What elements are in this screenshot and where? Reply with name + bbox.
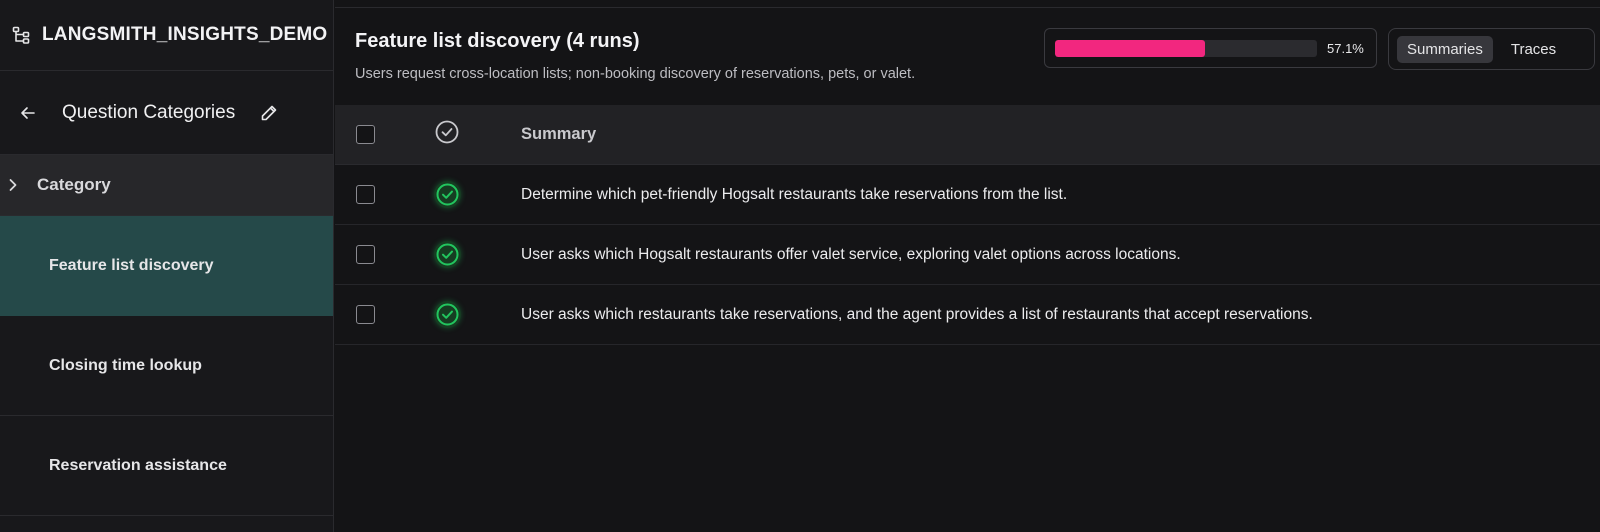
row-summary-cell: User asks which Hogsalt restaurants offe…	[521, 246, 1600, 264]
row-checkbox[interactable]	[356, 305, 375, 324]
check-circle-icon	[434, 119, 460, 150]
table-row[interactable]: User asks which restaurants take reserva…	[335, 285, 1600, 345]
sidebar-item-reservation-assistance[interactable]: Reservation assistance	[0, 416, 333, 516]
panel-subtitle: Users request cross-location lists; non-…	[355, 66, 916, 82]
toggle-traces[interactable]: Traces	[1501, 36, 1566, 63]
top-divider	[335, 0, 1600, 8]
project-title: LANGSMITH_INSIGHTS_DEMO	[42, 24, 328, 45]
check-circle-success-icon	[434, 301, 461, 328]
group-label: Category	[37, 175, 111, 194]
column-header-summary: Summary	[521, 125, 597, 143]
category-group-header[interactable]: Category	[0, 155, 333, 216]
sidebar-item-label: Feature list discovery	[49, 256, 214, 274]
sidebar-item-closing-time-lookup[interactable]: Closing time lookup	[0, 316, 333, 416]
header-checkbox-cell	[335, 125, 417, 144]
check-circle-success-icon	[434, 241, 461, 268]
breadcrumb: Question Categories	[0, 71, 333, 155]
progress-track	[1055, 39, 1317, 57]
row-status-cell	[417, 241, 521, 268]
row-summary: User asks which restaurants take reserva…	[521, 305, 1313, 323]
row-checkbox-cell	[335, 245, 417, 264]
view-toggle: Summaries Traces	[1388, 28, 1595, 70]
table-row[interactable]: User asks which Hogsalt restaurants offe…	[335, 225, 1600, 285]
progress-label: 57.1%	[1327, 40, 1364, 56]
row-checkbox-cell	[335, 305, 417, 324]
row-status-cell	[417, 181, 521, 208]
progress-indicator: 57.1%	[1044, 28, 1377, 68]
header-summary-cell: Summary	[521, 125, 1600, 144]
header-status-cell	[417, 119, 521, 150]
table-row[interactable]: Determine which pet-friendly Hogsalt res…	[335, 165, 1600, 225]
pencil-icon[interactable]	[259, 103, 279, 123]
progress-fill	[1055, 39, 1205, 57]
arrow-left-icon[interactable]	[18, 103, 38, 123]
row-checkbox[interactable]	[356, 245, 375, 264]
toggle-summaries[interactable]: Summaries	[1397, 35, 1493, 63]
row-checkbox-cell	[335, 185, 417, 204]
sidebar: LANGSMITH_INSIGHTS_DEMO Question Categor…	[0, 0, 334, 532]
panel-header: Feature list discovery (4 runs) Users re…	[335, 8, 1600, 105]
project-bar[interactable]: LANGSMITH_INSIGHTS_DEMO	[0, 0, 333, 71]
row-checkbox[interactable]	[356, 185, 375, 204]
runs-table: Summary Determine which pet-friendly Hog…	[335, 105, 1600, 345]
select-all-checkbox[interactable]	[356, 125, 375, 144]
panel-title: Feature list discovery (4 runs)	[355, 30, 640, 52]
sidebar-item-label: Closing time lookup	[49, 356, 202, 374]
tree-icon	[10, 24, 32, 46]
table-header: Summary	[335, 105, 1600, 165]
row-summary: Determine which pet-friendly Hogsalt res…	[521, 185, 1068, 203]
row-summary-cell: User asks which restaurants take reserva…	[521, 306, 1600, 324]
page-title: Question Categories	[62, 101, 236, 123]
row-summary-cell: Determine which pet-friendly Hogsalt res…	[521, 186, 1600, 204]
main-panel: Feature list discovery (4 runs) Users re…	[335, 0, 1600, 532]
check-circle-success-icon	[434, 181, 461, 208]
sidebar-item-feature-list-discovery[interactable]: Feature list discovery	[0, 216, 333, 316]
sidebar-item-label: Reservation assistance	[49, 456, 227, 474]
chevron-right-icon	[6, 178, 20, 192]
row-status-cell	[417, 301, 521, 328]
row-summary: User asks which Hogsalt restaurants offe…	[521, 245, 1181, 263]
